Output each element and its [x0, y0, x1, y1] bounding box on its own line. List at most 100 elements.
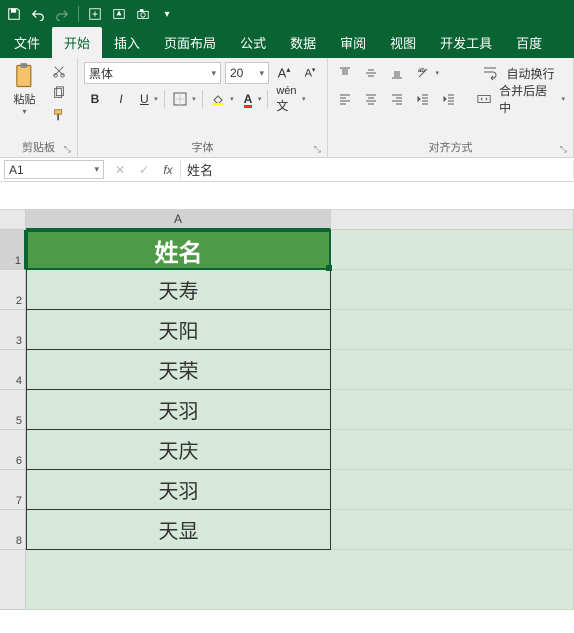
tab-review[interactable]: 审阅: [328, 27, 378, 58]
group-font: 黑体▾ 20▾ A▴ A▾ B I U▾ ▾ ▾ A▾ wén文▾ 字体⤡: [78, 58, 328, 157]
fx-button[interactable]: fx: [156, 158, 180, 181]
font-group-label: 字体⤡: [84, 137, 321, 155]
font-size-combo[interactable]: 20▾: [225, 62, 269, 84]
table-cell[interactable]: 天荣: [26, 350, 331, 390]
align-bottom-button[interactable]: [386, 62, 408, 84]
table-cell[interactable]: 天寿: [26, 270, 331, 310]
row-header-blank[interactable]: [0, 550, 26, 610]
tab-home[interactable]: 开始: [52, 27, 102, 58]
chevron-down-icon: ▾: [94, 164, 99, 175]
empty-cell[interactable]: [331, 470, 574, 510]
formula-bar: A1▾ ✕ ✓ fx 姓名: [0, 158, 574, 182]
clipboard-launcher[interactable]: ⤡: [64, 144, 71, 155]
formula-input[interactable]: 姓名: [180, 160, 574, 179]
orientation-button[interactable]: ab▾: [412, 62, 441, 84]
empty-cell[interactable]: [331, 270, 574, 310]
empty-cell[interactable]: [331, 510, 574, 550]
paste-button[interactable]: 粘贴 ▾: [6, 62, 43, 116]
table-cell[interactable]: 天显: [26, 510, 331, 550]
tab-formulas[interactable]: 公式: [228, 27, 278, 58]
tab-developer[interactable]: 开发工具: [428, 27, 504, 58]
empty-cell[interactable]: [331, 350, 574, 390]
font-name-combo[interactable]: 黑体▾: [84, 62, 221, 84]
font-color-button[interactable]: A▾: [240, 88, 264, 110]
table-cell[interactable]: 天羽: [26, 390, 331, 430]
clipboard-group-label: 剪贴板⤡: [6, 137, 71, 155]
row-header-1[interactable]: 1: [0, 230, 26, 270]
table-header-cell[interactable]: 姓名: [26, 230, 331, 270]
empty-cell[interactable]: [331, 390, 574, 430]
empty-area[interactable]: [26, 550, 574, 610]
undo-icon[interactable]: [30, 6, 46, 22]
empty-cell[interactable]: [331, 430, 574, 470]
borders-button[interactable]: ▾: [169, 88, 198, 110]
table-cell[interactable]: 天阳: [26, 310, 331, 350]
align-center-button[interactable]: [360, 88, 382, 110]
cut-button[interactable]: [47, 62, 71, 80]
decrease-font-button[interactable]: A▾: [299, 62, 321, 84]
group-alignment: ab▾ 自动换行 合并后居中 ▾: [328, 58, 574, 157]
column-headers-rest[interactable]: [331, 210, 574, 230]
phonetic-button[interactable]: wén文▾: [272, 88, 307, 110]
chevron-down-icon: ▾: [259, 68, 264, 79]
tab-insert[interactable]: 插入: [102, 27, 152, 58]
tab-page-layout[interactable]: 页面布局: [152, 27, 228, 58]
camera-icon[interactable]: [135, 6, 151, 22]
decrease-indent-button[interactable]: [412, 88, 434, 110]
name-box[interactable]: A1▾: [4, 160, 104, 179]
copy-button[interactable]: [47, 84, 71, 102]
bold-button[interactable]: B: [84, 88, 106, 110]
separator: [202, 90, 203, 108]
tab-file[interactable]: 文件: [2, 27, 52, 58]
align-left-button[interactable]: [334, 88, 356, 110]
align-launcher[interactable]: ⤡: [560, 144, 567, 155]
save-icon[interactable]: [6, 6, 22, 22]
increase-font-button[interactable]: A▴: [273, 62, 295, 84]
row-header-2[interactable]: 2: [0, 270, 26, 310]
tab-data[interactable]: 数据: [278, 27, 328, 58]
underline-button[interactable]: U▾: [136, 88, 160, 110]
enter-formula-button[interactable]: ✓: [132, 158, 156, 181]
formula-bar-expand: [0, 182, 574, 210]
qat-separator: [78, 6, 79, 22]
column-header-A[interactable]: A: [26, 210, 331, 230]
row-header-7[interactable]: 7: [0, 470, 26, 510]
redo-icon[interactable]: [54, 6, 70, 22]
font-launcher[interactable]: ⤡: [314, 144, 321, 155]
qat-icon-1[interactable]: [87, 6, 103, 22]
table-cell[interactable]: 天羽: [26, 470, 331, 510]
empty-cell[interactable]: [331, 230, 574, 270]
empty-cell[interactable]: [331, 310, 574, 350]
row-header-6[interactable]: 6: [0, 430, 26, 470]
qat-customize-icon[interactable]: ▾: [159, 6, 175, 22]
increase-indent-button[interactable]: [438, 88, 460, 110]
row-header-3[interactable]: 3: [0, 310, 26, 350]
row-header-8[interactable]: 8: [0, 510, 26, 550]
paste-icon: [11, 62, 39, 90]
format-painter-button[interactable]: [47, 106, 71, 124]
separator: [164, 90, 165, 108]
table-cell[interactable]: 天庆: [26, 430, 331, 470]
quick-access-toolbar: ▾: [0, 0, 574, 28]
fill-color-button[interactable]: ▾: [207, 88, 236, 110]
tab-view[interactable]: 视图: [378, 27, 428, 58]
align-top-button[interactable]: [334, 62, 356, 84]
wrap-text-button[interactable]: 自动换行: [470, 62, 567, 84]
row-header-4[interactable]: 4: [0, 350, 26, 390]
paste-label: 粘贴: [14, 91, 36, 107]
svg-text:ab: ab: [418, 68, 425, 74]
cancel-formula-button[interactable]: ✕: [108, 158, 132, 181]
align-middle-button[interactable]: [360, 62, 382, 84]
qat-icon-2[interactable]: [111, 6, 127, 22]
align-right-button[interactable]: [386, 88, 408, 110]
worksheet-grid[interactable]: A 1姓名2天寿3天阳4天荣5天羽6天庆7天羽8天显: [0, 210, 574, 610]
select-all-corner[interactable]: [0, 210, 26, 230]
chevron-down-icon: ▾: [211, 68, 216, 79]
italic-button[interactable]: I: [110, 88, 132, 110]
chevron-down-icon: ▾: [22, 107, 26, 116]
row-header-5[interactable]: 5: [0, 390, 26, 430]
tab-baidu[interactable]: 百度: [504, 27, 554, 58]
ribbon: 粘贴 ▾ 剪贴板⤡ 黑体▾ 20▾ A▴ A▾ B I U▾: [0, 58, 574, 158]
merge-center-button[interactable]: 合并后居中 ▾: [470, 88, 567, 110]
ribbon-tabs: 文件 开始 插入 页面布局 公式 数据 审阅 视图 开发工具 百度: [0, 28, 574, 58]
